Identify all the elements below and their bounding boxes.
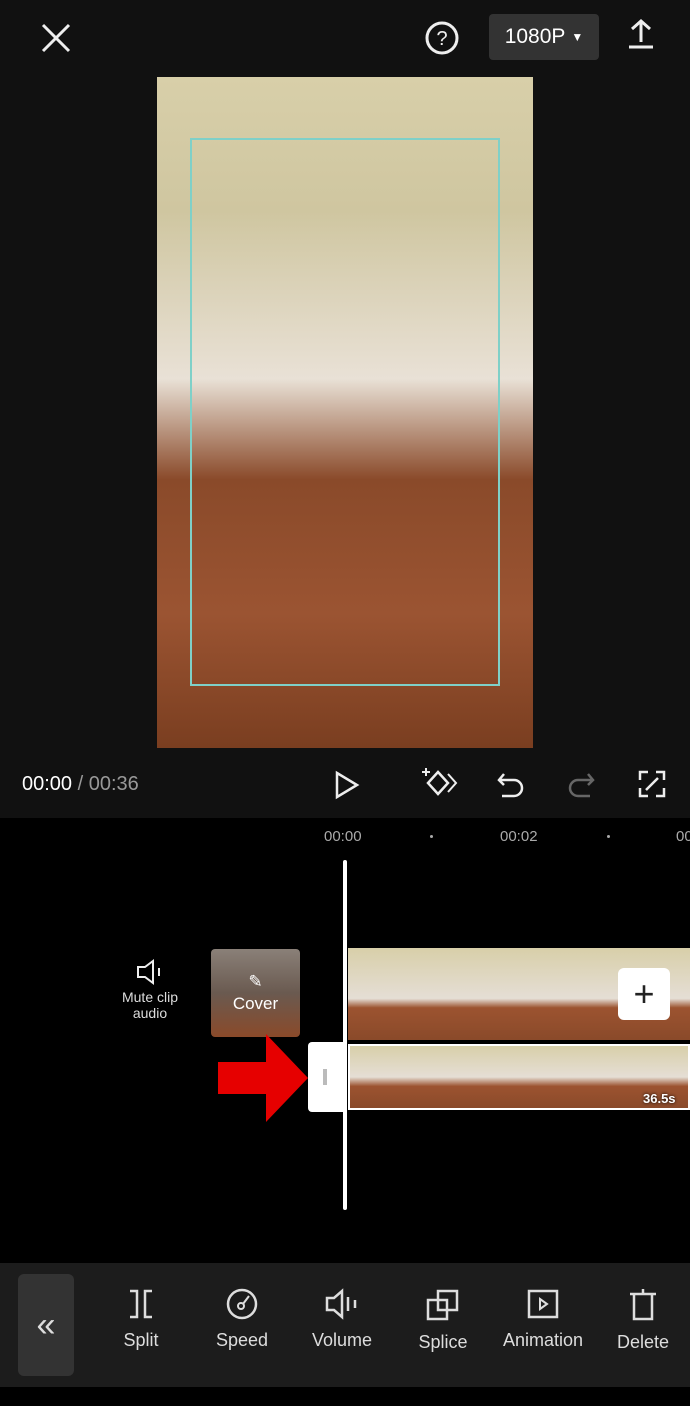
speaker-icon bbox=[137, 959, 160, 985]
time-separator: / bbox=[72, 773, 89, 795]
tick-dot bbox=[430, 835, 433, 838]
undo-icon[interactable] bbox=[496, 770, 526, 798]
speed-icon bbox=[226, 1288, 258, 1320]
delete-icon bbox=[630, 1289, 656, 1321]
tick-label: 00 bbox=[676, 828, 690, 845]
volume-button[interactable]: Volume bbox=[297, 1288, 387, 1351]
tick-dot bbox=[607, 835, 610, 838]
speed-button[interactable]: Speed bbox=[197, 1288, 287, 1351]
chevron-down-icon: ▼ bbox=[571, 30, 584, 44]
playhead[interactable] bbox=[343, 860, 347, 1210]
volume-icon bbox=[325, 1288, 357, 1320]
redo-icon[interactable] bbox=[566, 770, 596, 798]
clip-duration: 36.5s bbox=[643, 1091, 676, 1106]
tool-label: Splice bbox=[418, 1332, 468, 1352]
close-icon[interactable] bbox=[40, 22, 72, 54]
tool-label: Split bbox=[123, 1330, 159, 1350]
cover-label: Cover bbox=[232, 994, 279, 1013]
mute-clip-audio-button[interactable]: Mute clip audio bbox=[110, 958, 190, 1021]
animation-icon bbox=[527, 1289, 559, 1319]
help-icon[interactable]: ? bbox=[424, 20, 460, 56]
video-clip-track-2[interactable] bbox=[348, 1044, 690, 1110]
mute-label: Mute clip audio bbox=[121, 989, 179, 1021]
plus-icon: + bbox=[633, 973, 655, 1014]
current-time: 00:00 bbox=[22, 773, 73, 795]
crop-frame[interactable] bbox=[190, 138, 500, 686]
collapse-toolbar-button[interactable]: « bbox=[18, 1274, 74, 1376]
tick-label: 00:02 bbox=[500, 828, 538, 845]
cover-button[interactable]: ✎ Cover bbox=[211, 949, 300, 1037]
export-icon[interactable] bbox=[626, 18, 656, 50]
splice-icon bbox=[426, 1289, 459, 1321]
edit-icon: ✎ bbox=[248, 972, 263, 991]
red-arrow-annotation bbox=[218, 1034, 308, 1122]
clip-trim-handle[interactable] bbox=[308, 1042, 344, 1112]
keyframe-icon[interactable] bbox=[420, 766, 458, 800]
svg-text:?: ? bbox=[436, 28, 447, 50]
tool-label: Speed bbox=[215, 1330, 269, 1350]
split-icon bbox=[130, 1289, 152, 1319]
double-chevron-left-icon: « bbox=[36, 1305, 56, 1344]
delete-button[interactable]: Delete bbox=[598, 1288, 688, 1353]
split-button[interactable]: Split bbox=[96, 1288, 186, 1351]
tool-label: Delete bbox=[616, 1332, 670, 1352]
resolution-dropdown[interactable]: 1080P ▼ bbox=[489, 14, 599, 60]
handle-grip bbox=[323, 1069, 327, 1085]
play-icon[interactable] bbox=[333, 770, 361, 800]
tick-label: 00:00 bbox=[324, 828, 362, 845]
fullscreen-icon[interactable] bbox=[638, 770, 666, 798]
tool-label: Animation bbox=[502, 1330, 584, 1350]
tool-label: Volume bbox=[311, 1330, 373, 1350]
splice-button[interactable]: Splice bbox=[398, 1288, 488, 1353]
animation-button[interactable]: Animation bbox=[498, 1288, 588, 1351]
duration: 00:36 bbox=[88, 773, 139, 795]
resolution-label: 1080P bbox=[504, 25, 566, 48]
add-clip-button[interactable]: + bbox=[618, 968, 670, 1020]
time-display: 00:00 / 00:36 bbox=[22, 773, 139, 796]
